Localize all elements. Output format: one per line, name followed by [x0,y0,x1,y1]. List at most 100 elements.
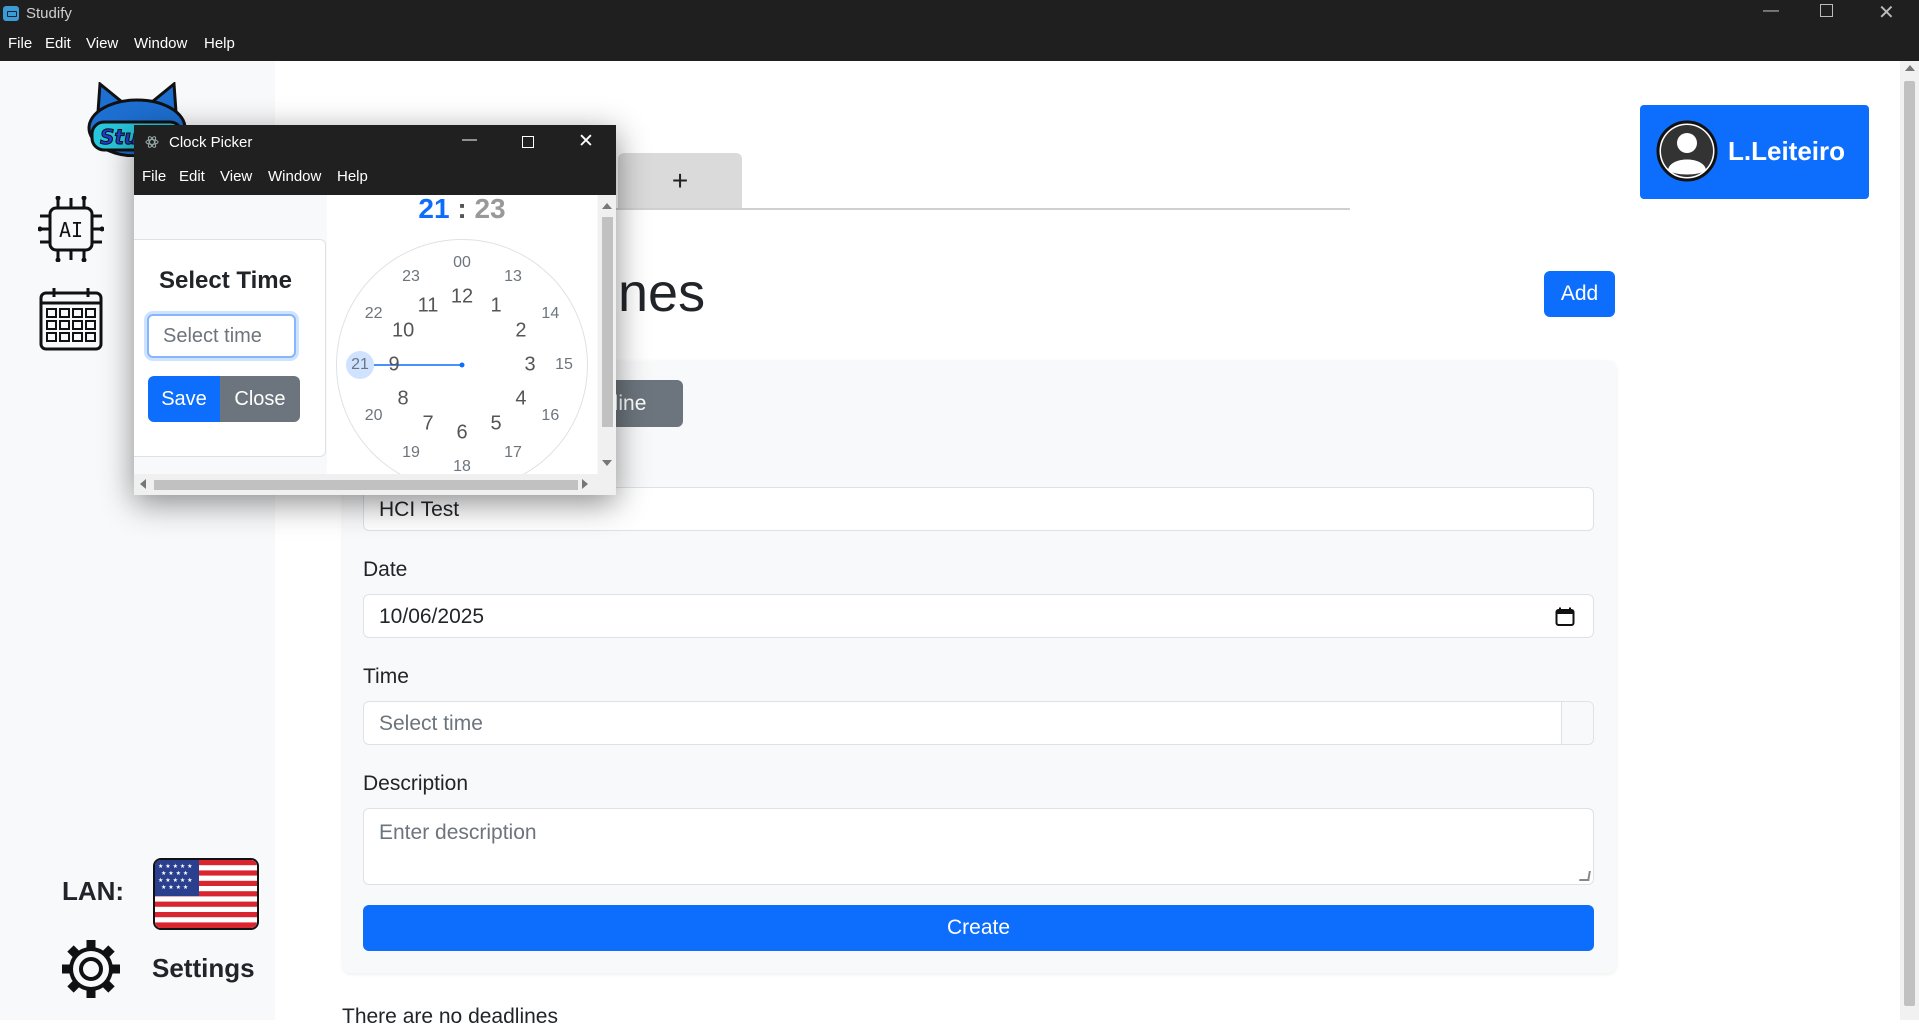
cp-scroll-up-icon[interactable] [602,203,612,209]
menu-view[interactable]: View [86,35,118,52]
clock-picker-title: Clock Picker [169,134,253,151]
main-scrollbar[interactable] [1900,61,1919,1020]
add-tab-button[interactable]: + [618,153,742,208]
svg-text:★ ★ ★ ★ ★: ★ ★ ★ ★ ★ [158,863,193,870]
empty-deadlines-message: There are no deadlines [342,1005,558,1028]
svg-text:★ ★ ★ ★ ★: ★ ★ ★ ★ ★ [158,877,193,884]
cp-horizontal-scrollbar[interactable] [134,474,616,495]
description-textarea[interactable]: Enter description [363,808,1594,885]
avatar-icon [1656,120,1718,182]
clock-center-dot [459,362,465,368]
cp-menu-help[interactable]: Help [337,168,368,185]
cp-maximize-icon[interactable] [522,136,534,148]
cp-menu-file[interactable]: File [142,168,166,185]
time-select-panel: Select Time Select time Save Close [134,239,326,457]
menu-help[interactable]: Help [204,35,235,52]
electron-icon [145,136,159,148]
dial-hour-7[interactable]: 7 [422,412,433,435]
cp-hscroll-thumb[interactable] [154,480,578,490]
clock-area: 21 : 23 00 13 14 15 16 17 18 19 20 21 22 23 12 1 2 3 4 5… [327,195,597,474]
select-time-heading: Select Time [159,267,292,294]
dial-hour-14[interactable]: 14 [541,305,559,323]
clock-picker-menubar: File Edit View Window Help [134,157,616,195]
cp-scroll-left-icon[interactable] [140,479,146,489]
cp-scroll-right-icon[interactable] [582,479,588,489]
gear-icon[interactable] [58,936,124,1002]
hour-display[interactable]: 21 [418,195,449,224]
minute-display[interactable]: 23 [474,195,505,224]
time-input[interactable]: Select time [363,701,1594,745]
resize-handle-icon[interactable] [1579,871,1591,881]
scrollbar-thumb[interactable] [1904,81,1915,1006]
close-button[interactable]: Close [220,376,300,422]
scroll-up-icon[interactable] [1905,65,1915,71]
description-label: Description [363,772,469,795]
create-button[interactable]: Create [363,905,1594,951]
date-value: 10/06/2025 [379,605,485,628]
svg-text:Stu: Stu [100,125,138,149]
dial-hour-23[interactable]: 23 [402,268,420,286]
time-addon-button[interactable] [1561,702,1593,744]
page-title: nes [618,263,706,323]
menu-window[interactable]: Window [134,35,187,52]
clock-dial[interactable]: 00 13 14 15 16 17 18 19 20 21 22 23 12 1 2 3 4 5 6 7 8 9 10 11 [336,239,588,474]
time-label: Time [363,665,409,688]
close-icon[interactable]: ✕ [1878,0,1895,25]
calendar-picker-icon[interactable] [1555,607,1575,627]
dial-hour-9[interactable]: 9 [388,354,399,377]
dial-hour-13[interactable]: 13 [504,268,522,286]
cp-vertical-scrollbar[interactable] [598,195,616,474]
date-input[interactable]: 10/06/2025 [363,594,1594,638]
cp-scroll-down-icon[interactable] [602,460,612,466]
restore-icon[interactable] [1820,4,1833,17]
dial-hour-4[interactable]: 4 [515,388,526,411]
clock-picker-content: Select Time Select time Save Close 21 : … [134,195,616,474]
language-label: LAN: [62,876,125,906]
dial-hour-16[interactable]: 16 [541,407,559,425]
ai-chip-icon[interactable]: AI [37,195,105,263]
cp-minimize-icon[interactable]: — [462,131,477,148]
calendar-icon[interactable] [38,287,106,353]
cp-menu-edit[interactable]: Edit [179,168,205,185]
profile-name: L.Leiteiro [1728,136,1846,166]
dial-hour-22[interactable]: 22 [365,305,383,323]
dial-hour-10[interactable]: 10 [392,320,414,343]
ai-icon-label: AI [59,218,83,242]
dial-hour-15[interactable]: 15 [555,356,573,374]
dial-hour-6[interactable]: 6 [456,422,467,445]
dial-hour-11[interactable]: 11 [418,295,439,318]
dial-hour-12[interactable]: 12 [451,286,473,309]
dial-hour-00[interactable]: 00 [453,254,471,272]
cp-time-input[interactable]: Select time [147,314,296,358]
us-flag-icon[interactable]: ★ ★ ★ ★ ★ ★ ★ ★ ★ ★ ★ ★ ★ ★ ★ ★ ★ ★ [153,858,259,930]
dial-hour-1[interactable]: 1 [490,295,501,318]
svg-text:★ ★ ★ ★: ★ ★ ★ ★ [161,870,188,877]
cp-vscroll-thumb[interactable] [602,217,613,427]
minimize-icon[interactable]: — [1763,2,1779,20]
dial-hour-17[interactable]: 17 [504,444,522,462]
add-button[interactable]: Add [1544,271,1615,317]
menu-file[interactable]: File [8,35,32,52]
dial-hour-3[interactable]: 3 [524,354,535,377]
dial-hour-20[interactable]: 20 [365,407,383,425]
time-separator: : [457,195,467,224]
dial-hour-21[interactable]: 21 [351,356,369,374]
menu-edit[interactable]: Edit [45,35,71,52]
cp-menu-window[interactable]: Window [268,168,321,185]
time-placeholder: Select time [379,712,483,735]
cp-close-icon[interactable]: ✕ [578,130,594,153]
dial-hour-8[interactable]: 8 [398,388,409,411]
dial-hour-19[interactable]: 19 [402,444,420,462]
profile-button[interactable]: L.Leiteiro [1640,105,1869,199]
menu-bar: File Edit View Window Help [0,28,1919,61]
window-titlebar: Studify — ✕ [0,0,1919,28]
dial-hour-5[interactable]: 5 [490,412,501,435]
dial-hour-18[interactable]: 18 [453,458,471,474]
settings-label[interactable]: Settings [152,953,255,984]
dial-hour-2[interactable]: 2 [515,320,526,343]
svg-text:★ ★ ★ ★: ★ ★ ★ ★ [161,884,188,891]
clock-picker-window: Clock Picker — ✕ File Edit View Window H… [134,125,616,495]
cp-menu-view[interactable]: View [220,168,252,185]
app-icon [3,6,19,21]
save-button[interactable]: Save [148,376,220,422]
